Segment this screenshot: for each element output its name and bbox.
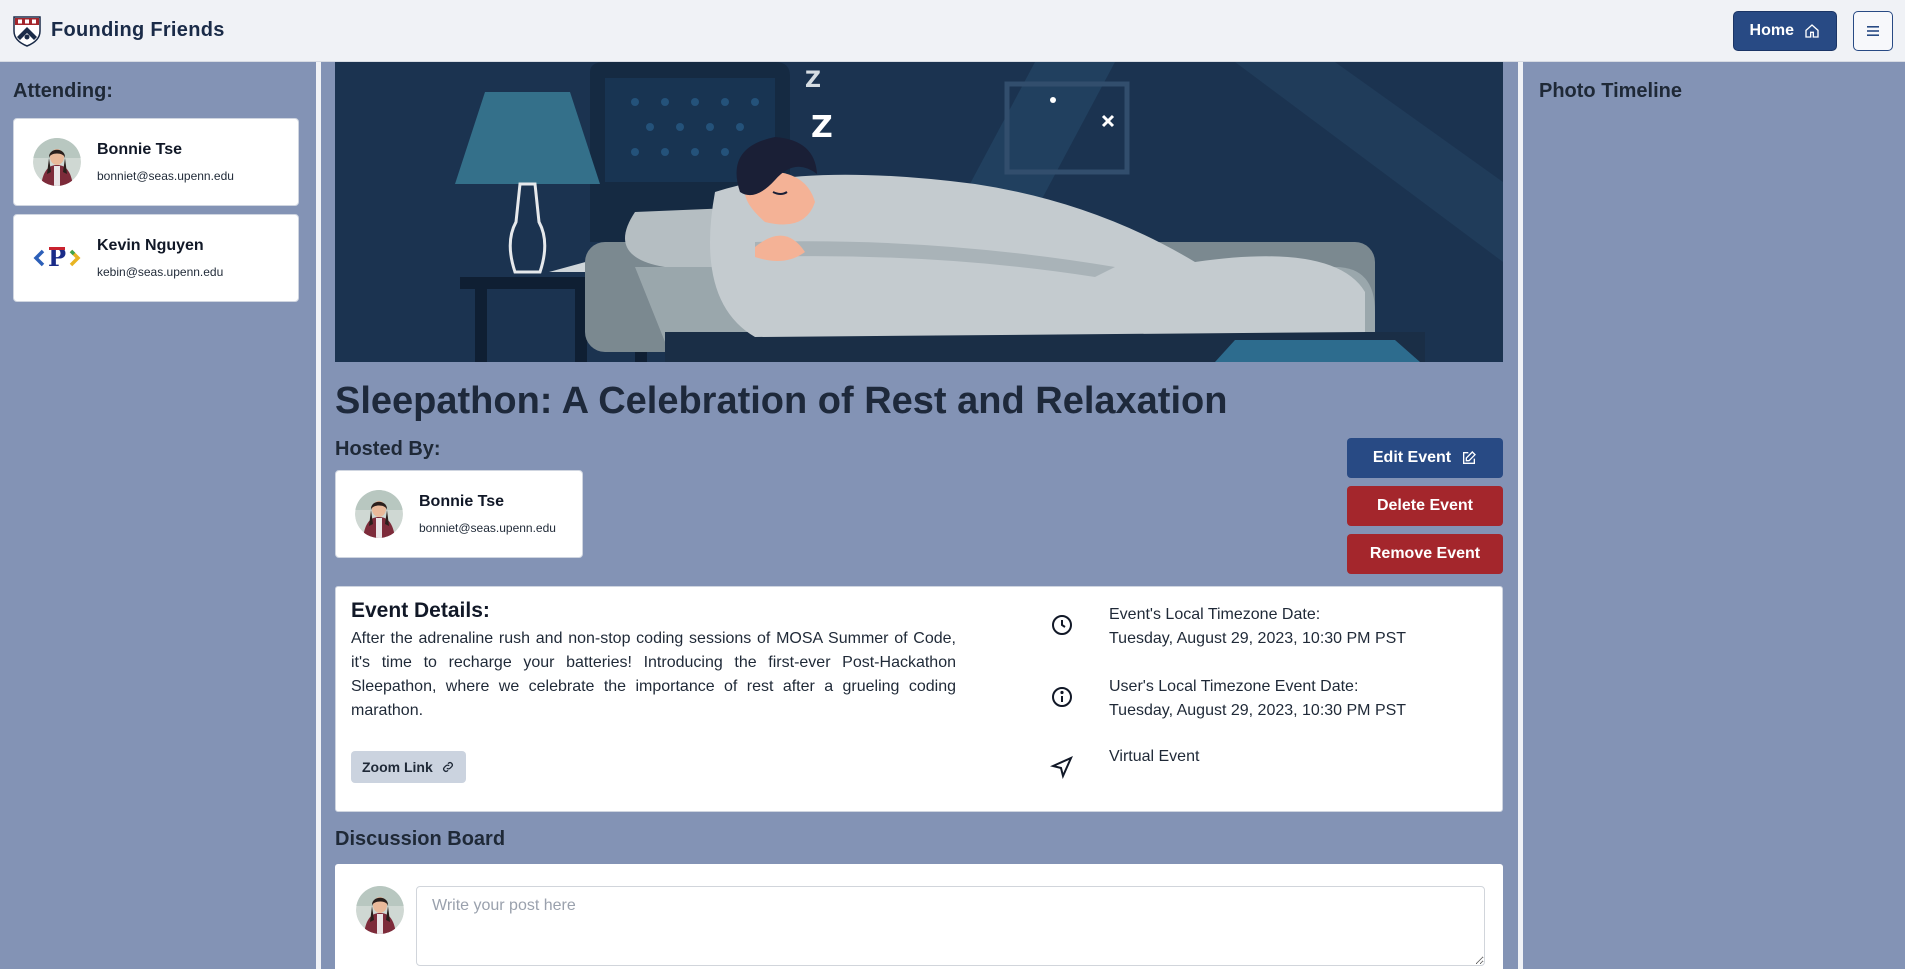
event-location-row: Virtual Event: [1050, 745, 1199, 779]
home-icon: [1805, 23, 1819, 38]
hamburger-icon: [1867, 25, 1879, 36]
penn-p-logo-icon: P: [33, 234, 81, 282]
post-input[interactable]: [416, 886, 1485, 966]
avatar-photo: [356, 886, 404, 934]
home-button[interactable]: Home: [1732, 10, 1837, 51]
remove-event-button[interactable]: Remove Event: [1347, 534, 1503, 574]
host-card[interactable]: Bonnie Tse bonniet@seas.upenn.edu: [335, 470, 583, 558]
user-date-value: Tuesday, August 29, 2023, 10:30 PM PST: [1109, 702, 1407, 719]
attendee-email: bonniet@seas.upenn.edu: [97, 169, 234, 183]
avatar: [356, 886, 404, 934]
attendee-card[interactable]: P Kevin Nguyen kebin@seas.upenn.edu: [13, 214, 299, 302]
svg-text:Z: Z: [811, 110, 833, 145]
local-date-label: Event's Local Timezone Date:: [1109, 606, 1321, 623]
user-date-label: User's Local Timezone Event Date:: [1109, 678, 1359, 695]
sleeping-person-illustration: Z Z: [335, 62, 1503, 362]
attendee-name: Kevin Nguyen: [97, 237, 204, 254]
attending-title: Attending:: [13, 80, 113, 102]
app-name: Founding Friends: [51, 19, 225, 41]
avatar: P: [33, 234, 81, 282]
event-details-heading: Event Details:: [351, 599, 490, 622]
zoom-link-label: Zoom Link: [362, 759, 433, 775]
link-icon: [442, 762, 453, 772]
user-local-date-row: User's Local Timezone Event Date: Tuesda…: [1050, 675, 1406, 723]
event-banner-image: Z Z: [335, 62, 1503, 362]
photo-timeline-panel: Photo Timeline: [1523, 62, 1905, 969]
avatar-photo: [33, 138, 81, 186]
event-main: Z Z Sleepathon: A Celebration of Rest an…: [321, 62, 1518, 969]
home-button-label: Home: [1749, 21, 1794, 39]
photo-timeline-title: Photo Timeline: [1539, 80, 1682, 102]
delete-event-button[interactable]: Delete Event: [1347, 486, 1503, 526]
remove-event-label: Remove Event: [1369, 545, 1481, 562]
event-details-card: Event Details: After the adrenaline rush…: [335, 586, 1503, 812]
edit-event-button[interactable]: Edit Event: [1347, 438, 1503, 478]
hamburger-menu-button[interactable]: [1853, 10, 1893, 51]
local-date-value: Tuesday, August 29, 2023, 10:30 PM PST: [1109, 630, 1407, 647]
hosted-by-label: Hosted By:: [335, 438, 441, 460]
edit-event-label: Edit Event: [1372, 449, 1452, 466]
host-email: bonniet@seas.upenn.edu: [419, 521, 556, 535]
clock-icon: [1052, 615, 1072, 635]
info-icon: [1052, 687, 1072, 707]
navigation-arrow-icon: [1050, 756, 1073, 779]
attendee-name: Bonnie Tse: [97, 141, 183, 158]
avatar: [33, 138, 81, 186]
attendee-card[interactable]: Bonnie Tse bonniet@seas.upenn.edu: [13, 118, 299, 206]
svg-text:Z: Z: [805, 68, 821, 93]
event-description: After the adrenaline rush and non-stop c…: [351, 630, 956, 719]
penn-shield-logo: [13, 15, 41, 47]
event-location: Virtual Event: [1109, 748, 1200, 765]
edit-icon: [1463, 451, 1477, 464]
attendee-email: kebin@seas.upenn.edu: [97, 265, 224, 279]
avatar-photo: [355, 490, 403, 538]
brand[interactable]: Founding Friends: [12, 15, 225, 47]
event-title: Sleepathon: A Celebration of Rest and Re…: [335, 380, 1228, 422]
top-navbar: Founding Friends Home: [0, 0, 1905, 62]
attending-panel: Attending: Bonnie Tse bonniet@seas.upenn…: [0, 62, 316, 969]
discussion-board: [335, 864, 1503, 969]
zoom-link-button[interactable]: Zoom Link: [351, 751, 466, 783]
event-local-date-row: Event's Local Timezone Date: Tuesday, Au…: [1050, 603, 1406, 651]
discussion-board-title: Discussion Board: [335, 828, 506, 850]
avatar: [355, 490, 403, 538]
host-name: Bonnie Tse: [419, 493, 505, 510]
delete-event-label: Delete Event: [1376, 497, 1474, 514]
